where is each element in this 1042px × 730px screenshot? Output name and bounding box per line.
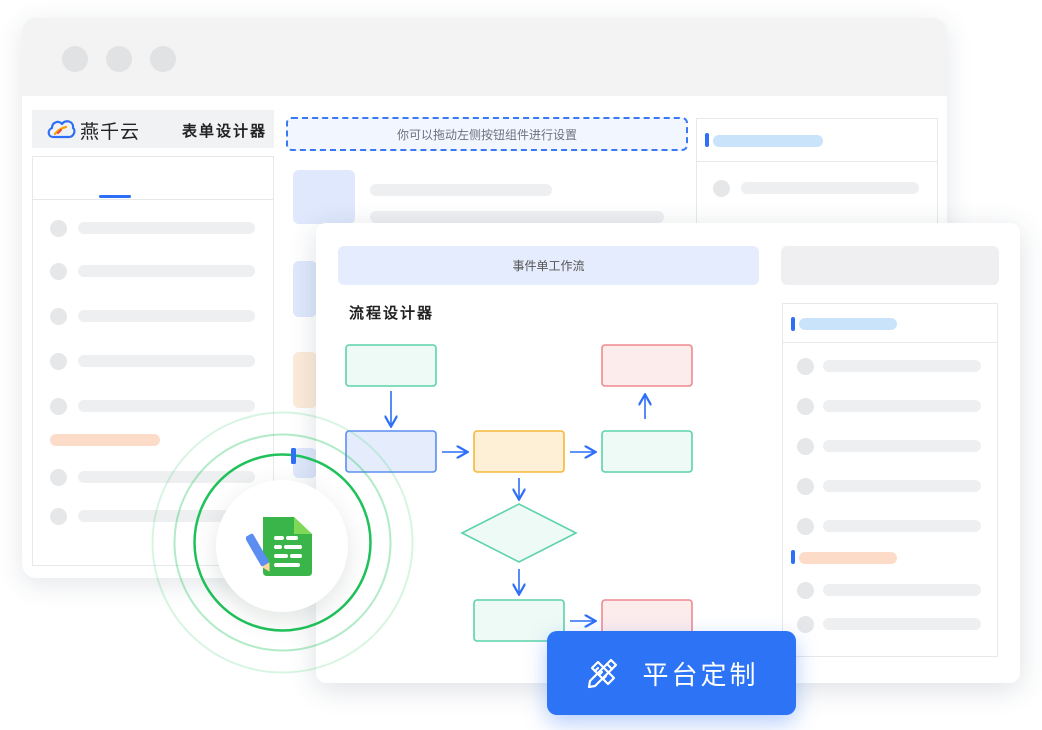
form-document-icon — [246, 517, 312, 576]
placeholder-line — [823, 618, 981, 630]
placeholder-dot — [797, 398, 814, 415]
placeholder-line — [823, 360, 981, 372]
window-titlebar — [22, 18, 947, 96]
placeholder-section-title — [799, 552, 897, 564]
flow-node-approve[interactable] — [601, 430, 693, 473]
placeholder-dot — [797, 518, 814, 535]
form-icon-badge[interactable] — [216, 480, 348, 612]
placeholder-line — [823, 440, 981, 452]
window-close-dot[interactable] — [62, 46, 88, 72]
platform-customize-button[interactable]: 平台定制 — [547, 631, 796, 715]
placeholder-line — [370, 211, 664, 223]
placeholder-dot — [50, 263, 67, 280]
placeholder-line — [741, 182, 919, 194]
toolbar-placeholder — [781, 246, 999, 285]
active-tab-indicator[interactable] — [99, 195, 131, 198]
flow-node-pending[interactable] — [473, 430, 565, 473]
canvas-component-block[interactable] — [293, 170, 355, 224]
placeholder-dot — [797, 478, 814, 495]
canvas-component-block[interactable] — [293, 261, 317, 317]
placeholder-dot — [50, 398, 67, 415]
cloud-logo-icon — [46, 115, 76, 143]
placeholder-line — [823, 480, 981, 492]
placeholder-section-title — [713, 135, 823, 147]
placeholder-dot — [50, 220, 67, 237]
placeholder-dot — [50, 353, 67, 370]
app-title: 表单设计器 — [182, 122, 268, 140]
flow-node-end[interactable] — [601, 344, 693, 387]
cta-label: 平台定制 — [642, 660, 759, 691]
workflow-designer-window: 事件单工作流 流程设计器 — [316, 223, 1020, 683]
placeholder-dot — [797, 616, 814, 633]
placeholder-section-title — [799, 318, 897, 330]
section-marker — [791, 550, 795, 564]
placeholder-line — [823, 400, 981, 412]
placeholder-line — [78, 310, 255, 322]
placeholder-group-header — [50, 434, 160, 446]
placeholder-line — [78, 265, 255, 277]
window-maximize-dot[interactable] — [150, 46, 176, 72]
component-tabbar — [33, 157, 273, 200]
flow-property-panel — [782, 303, 998, 657]
flow-node-decision[interactable] — [460, 503, 578, 563]
property-panel — [696, 118, 938, 232]
placeholder-line — [78, 355, 255, 367]
drag-hint-dropzone[interactable]: 你可以拖动左侧按钮组件进行设置 — [286, 117, 688, 151]
window-minimize-dot[interactable] — [106, 46, 132, 72]
section-marker — [791, 317, 795, 331]
placeholder-line — [823, 520, 981, 532]
placeholder-dot — [713, 180, 730, 197]
pencil-ruler-icon — [588, 658, 618, 689]
placeholder-line — [823, 584, 981, 596]
placeholder-dot — [50, 508, 67, 525]
drag-hint-text: 你可以拖动左侧按钮组件进行设置 — [396, 127, 577, 142]
placeholder-dot — [797, 438, 814, 455]
canvas-component-block[interactable] — [293, 352, 317, 408]
placeholder-dot — [50, 308, 67, 325]
flow-node-start[interactable] — [345, 344, 437, 387]
section-marker — [705, 133, 709, 147]
app-header: 燕千云 表单设计器 — [32, 110, 274, 148]
placeholder-dot — [797, 358, 814, 375]
placeholder-line — [370, 184, 552, 196]
brand-name: 燕千云 — [80, 121, 141, 143]
placeholder-line — [78, 222, 255, 234]
placeholder-dot — [797, 582, 814, 599]
placeholder-dot — [50, 469, 67, 486]
